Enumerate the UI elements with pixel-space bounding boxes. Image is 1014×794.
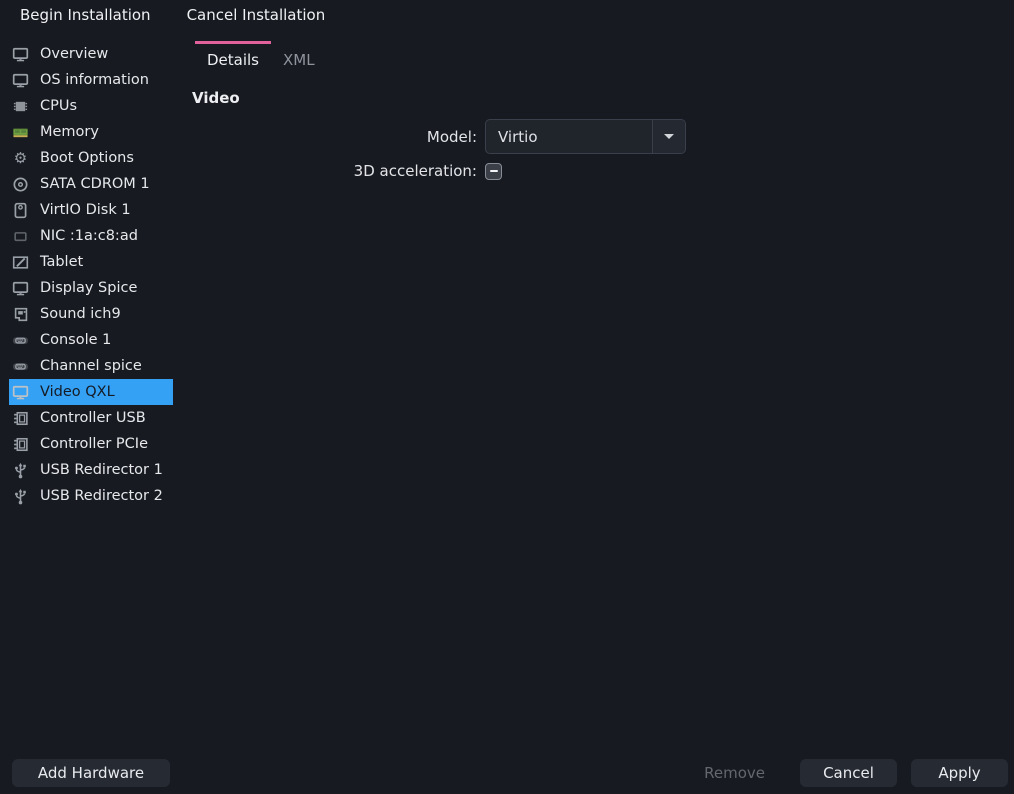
tab-xml[interactable]: XML <box>271 41 327 78</box>
monitor-icon <box>12 72 29 89</box>
sidebar-item-boot-options[interactable]: ⚙ Boot Options <box>9 145 173 171</box>
model-label: Model: <box>192 128 477 146</box>
sidebar-item-label: NIC :1a:c8:ad <box>40 228 138 244</box>
main-area: Overview OS information CPUs Memory ⚙ Bo… <box>0 30 1014 752</box>
tab-details[interactable]: Details <box>195 41 271 78</box>
begin-installation-button[interactable]: Begin Installation <box>20 4 151 26</box>
serial-port-icon <box>12 358 29 375</box>
chevron-down-icon <box>664 134 674 139</box>
usb-icon <box>12 488 29 505</box>
sidebar-item-controller-usb[interactable]: Controller USB <box>9 405 173 431</box>
sidebar-item-sound-ich9[interactable]: Sound ich9 <box>9 301 173 327</box>
tablet-icon <box>12 254 29 271</box>
sidebar-item-label: VirtIO Disk 1 <box>40 202 131 218</box>
monitor-icon <box>12 46 29 63</box>
display-icon <box>12 384 29 401</box>
video-model-dropdown-button[interactable] <box>652 120 685 153</box>
sidebar-item-usb-redirector-2[interactable]: USB Redirector 2 <box>9 483 173 509</box>
sidebar-item-display-spice[interactable]: Display Spice <box>9 275 173 301</box>
sidebar-item-controller-pcie[interactable]: Controller PCIe <box>9 431 173 457</box>
indeterminate-dash-icon <box>490 170 498 173</box>
accel-label: 3D acceleration: <box>192 162 477 180</box>
sidebar-item-overview[interactable]: Overview <box>9 41 173 67</box>
disk-icon <box>12 202 29 219</box>
sidebar-item-label: CPUs <box>40 98 77 114</box>
cpu-icon <box>12 98 29 115</box>
sidebar-item-label: Memory <box>40 124 99 140</box>
remove-button: Remove <box>704 764 765 782</box>
sidebar-item-label: Display Spice <box>40 280 137 296</box>
sidebar-item-os-information[interactable]: OS information <box>9 67 173 93</box>
sidebar-item-usb-redirector-1[interactable]: USB Redirector 1 <box>9 457 173 483</box>
cancel-button[interactable]: Cancel <box>800 759 897 787</box>
acceleration-row: 3D acceleration: <box>192 162 1014 180</box>
sidebar-item-cpus[interactable]: CPUs <box>9 93 173 119</box>
sidebar-item-label: USB Redirector 1 <box>40 462 163 478</box>
model-row: Model: <box>192 119 1014 154</box>
sidebar-item-console-1[interactable]: Console 1 <box>9 327 173 353</box>
sidebar-item-label: Video QXL <box>40 384 115 400</box>
controller-card-icon <box>12 436 29 453</box>
sidebar-item-label: Sound ich9 <box>40 306 121 322</box>
sidebar-item-memory[interactable]: Memory <box>9 119 173 145</box>
sidebar-item-label: Controller PCIe <box>40 436 148 452</box>
controller-card-icon <box>12 410 29 427</box>
apply-button[interactable]: Apply <box>911 759 1008 787</box>
hardware-list: Overview OS information CPUs Memory ⚙ Bo… <box>0 30 180 752</box>
sidebar-item-label: Boot Options <box>40 150 134 166</box>
network-icon <box>12 228 29 245</box>
footer-bar: Add Hardware Remove Cancel Apply <box>0 752 1014 794</box>
video-model-combobox[interactable] <box>485 119 686 154</box>
sidebar-item-sata-cdrom-1[interactable]: SATA CDROM 1 <box>9 171 173 197</box>
tab-bar: Details XML <box>195 41 1014 78</box>
sidebar-item-channel-spice[interactable]: Channel spice <box>9 353 173 379</box>
sidebar-item-label: SATA CDROM 1 <box>40 176 150 192</box>
vm-details-window: Begin Installation Cancel Installation O… <box>0 0 1014 794</box>
section-title: Video <box>192 89 1014 107</box>
sound-card-icon <box>12 306 29 323</box>
video-panel: Video Model: 3D acceleration: <box>192 89 1014 180</box>
video-model-input[interactable] <box>486 120 652 153</box>
add-hardware-button[interactable]: Add Hardware <box>12 759 170 787</box>
serial-port-icon <box>12 332 29 349</box>
display-icon <box>12 280 29 297</box>
usb-icon <box>12 462 29 479</box>
toolbar: Begin Installation Cancel Installation <box>0 0 1014 30</box>
sidebar-item-label: Tablet <box>40 254 83 270</box>
sidebar-item-label: Controller USB <box>40 410 146 426</box>
gears-icon: ⚙ <box>12 150 29 167</box>
sidebar-item-label: USB Redirector 2 <box>40 488 163 504</box>
cancel-installation-button[interactable]: Cancel Installation <box>187 4 326 26</box>
details-pane: Details XML Video Model: <box>180 30 1014 752</box>
sidebar-item-nic[interactable]: NIC :1a:c8:ad <box>9 223 173 249</box>
sidebar-item-virtio-disk-1[interactable]: VirtIO Disk 1 <box>9 197 173 223</box>
sidebar-item-label: OS information <box>40 72 149 88</box>
sidebar-item-tablet[interactable]: Tablet <box>9 249 173 275</box>
cdrom-disc-icon <box>12 176 29 193</box>
sidebar-item-label: Console 1 <box>40 332 111 348</box>
sidebar-item-video-qxl[interactable]: Video QXL <box>9 379 173 405</box>
memory-icon <box>12 124 29 141</box>
3d-acceleration-checkbox[interactable] <box>485 163 502 180</box>
sidebar-item-label: Overview <box>40 46 108 62</box>
sidebar-item-label: Channel spice <box>40 358 142 374</box>
